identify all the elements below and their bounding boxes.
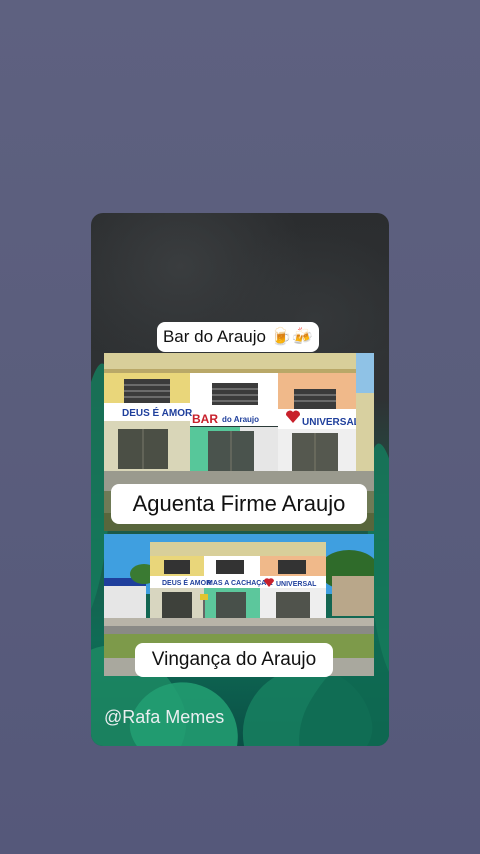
sign-universal-2: UNIVERSAL xyxy=(276,581,317,588)
sign-bar: BAR xyxy=(192,412,218,426)
top-label: Bar do Araujo 🍺🍻 xyxy=(157,322,319,352)
watermark-handle: @Rafa Memes xyxy=(104,707,225,727)
story-card: Bar do Araujo 🍺🍻 DEUS É AMOR BAR do Arau… xyxy=(91,213,389,746)
caption-vinganca: Vingança do Araujo xyxy=(135,643,333,677)
sign-mas-a-cachaca: MAS A CACHAÇA É xyxy=(207,578,273,587)
sign-deus-e-amor-2: DEUS É AMOR xyxy=(162,578,211,587)
caption-aguenta-firme: Aguenta Firme Araujo xyxy=(111,484,367,524)
sign-deus-e-amor: DEUS É AMOR xyxy=(122,406,193,419)
sign-do-araujo: do Araujo xyxy=(222,415,259,424)
sign-universal: UNIVERSAL xyxy=(302,417,360,428)
